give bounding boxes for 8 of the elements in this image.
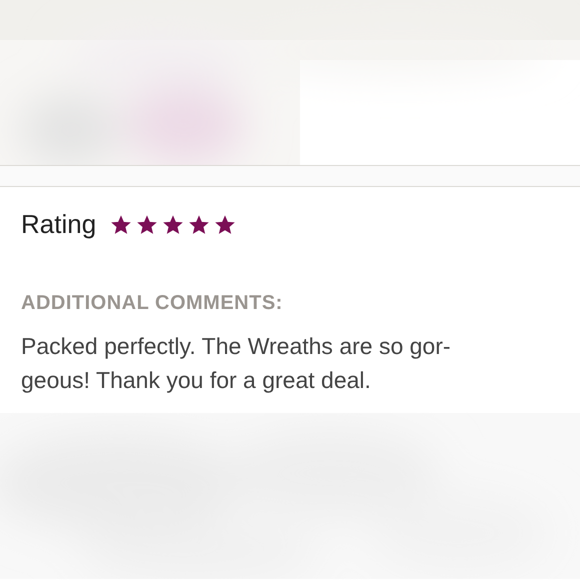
star-icon — [110, 214, 132, 236]
star-icon — [214, 214, 236, 236]
star-icon — [136, 214, 158, 236]
star-icon — [188, 214, 210, 236]
review-comment: Packed perfectly. The Wreaths are so gor-geous! Thank you for a great deal. — [21, 332, 452, 395]
comments-label: ADDITIONAL COMMENTS: — [21, 292, 284, 315]
star-icon — [162, 214, 184, 236]
rating-label: Rating — [21, 209, 96, 240]
